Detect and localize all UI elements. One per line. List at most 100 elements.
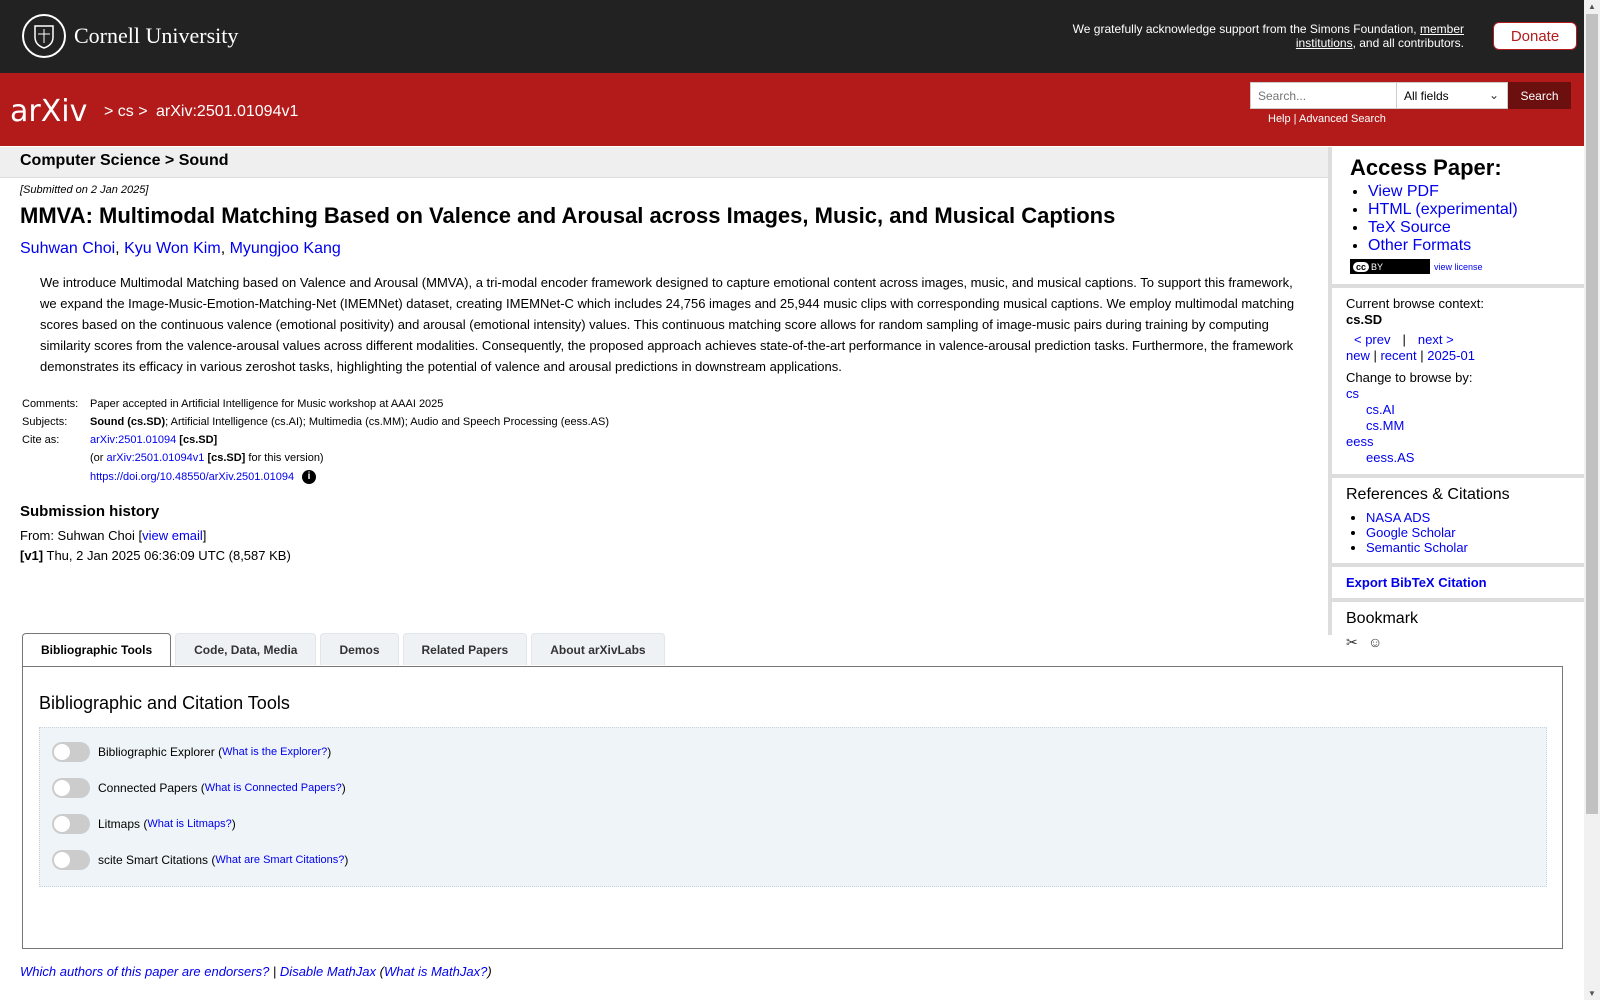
from-prefix: From: Suhwan Choi [ [20, 528, 143, 543]
endorsers-link[interactable]: Which authors of this paper are endorser… [20, 964, 269, 979]
tool-help-link[interactable]: What are Smart Citations? [215, 854, 344, 866]
next-link[interactable]: next > [1418, 332, 1454, 347]
reddit-icon[interactable]: ☺ [1368, 634, 1386, 652]
submission-from: From: Suhwan Choi [view email] [20, 526, 1310, 546]
browse-eess-as-link[interactable]: eess.AS [1366, 450, 1570, 466]
tool-name: Bibliographic Explorer [98, 745, 215, 759]
export-box: Export BibTeX Citation [1332, 567, 1584, 602]
recent-link[interactable]: recent [1380, 348, 1416, 363]
subjects-label: Subjects: [22, 416, 68, 428]
subject-heading: Computer Science > Sound [20, 152, 229, 169]
author-link[interactable]: Myungjoo Kang [230, 240, 341, 257]
authors: Suhwan Choi, Kyu Won Kim, Myungjoo Kang [20, 240, 341, 257]
cornell-seal-icon [22, 14, 66, 58]
comments-label: Comments: [22, 398, 79, 410]
other-formats-link[interactable]: Other Formats [1368, 237, 1471, 254]
cite-id-link[interactable]: arXiv:2501.01094 [90, 434, 176, 446]
toggle-knob [54, 852, 70, 868]
access-links: View PDF HTML (experimental) TeX Source … [1346, 183, 1570, 255]
tool-help-link[interactable]: What is the Explorer? [222, 746, 327, 758]
scrollbar-thumb[interactable] [1586, 14, 1598, 814]
litmaps-toggle[interactable] [52, 814, 90, 834]
info-icon[interactable]: i [302, 470, 317, 484]
tool-help-link[interactable]: What is Litmaps? [147, 818, 231, 830]
author-link[interactable]: Kyu Won Kim [124, 240, 221, 257]
tool-row: Bibliographic Explorer (What is the Expl… [52, 742, 331, 762]
scite-toggle[interactable] [52, 850, 90, 870]
bibsonomy-icon[interactable]: ✂ [1346, 634, 1364, 652]
chevron-down-icon: ⌄ [1488, 88, 1499, 102]
scroll-up-icon[interactable]: ▲ [1588, 2, 1596, 11]
donate-button[interactable]: Donate [1493, 22, 1577, 50]
empty-cell [20, 467, 88, 487]
metadata-table: Comments: Paper accepted in Artificial I… [20, 395, 613, 487]
arxiv-logo[interactable]: arXiv [10, 91, 102, 131]
arxiv-header: arXiv > cs > arXiv:2501.01094v1 All fiel… [0, 73, 1584, 146]
tool-row: Litmaps (What is Litmaps?) [52, 814, 236, 834]
view-pdf-link[interactable]: View PDF [1368, 183, 1439, 200]
access-heading: Access Paper: [1350, 155, 1502, 180]
doi-cell: https://doi.org/10.48550/arXiv.2501.0109… [88, 467, 613, 487]
university-name: Cornell University [74, 23, 239, 48]
subject-bar: Computer Science > Sound [0, 147, 1328, 178]
search-field-select[interactable]: All fields ⌄ [1396, 82, 1508, 109]
cornell-logo[interactable]: Cornell University [22, 14, 238, 58]
cite-version: (or arXiv:2501.01094v1 [cs.SD] for this … [88, 449, 613, 467]
browse-cs-link[interactable]: cs [1346, 386, 1570, 402]
tab-demos[interactable]: Demos [320, 633, 399, 665]
prev-link[interactable]: < prev [1354, 332, 1391, 347]
tex-source-link[interactable]: TeX Source [1368, 219, 1451, 236]
cite-label: Cite as: [22, 434, 60, 446]
browse-cs-ai-link[interactable]: cs.AI [1366, 402, 1570, 418]
breadcrumb-cs[interactable]: > cs > [104, 103, 148, 120]
tab-panel: Bibliographic and Citation Tools Bibliog… [22, 666, 1563, 949]
comments-value: Paper accepted in Artificial Intelligenc… [90, 398, 444, 410]
scroll-down-icon[interactable]: ▼ [1588, 989, 1596, 998]
abstract: We introduce Multimodal Matching based o… [40, 275, 1295, 374]
submission-history: Submission history From: Suhwan Choi [vi… [20, 503, 1310, 566]
browse-cs-mm-link[interactable]: cs.MM [1366, 418, 1570, 434]
help-link[interactable]: Help [1268, 113, 1291, 125]
help-links: Help | Advanced Search [1268, 113, 1386, 125]
tab-code-data-media[interactable]: Code, Data, Media [175, 633, 317, 665]
search-input[interactable] [1250, 82, 1396, 109]
browse-period-links: new | recent | 2025-01 [1346, 348, 1475, 363]
page-scrollbar[interactable]: ▲ ▼ [1584, 0, 1600, 1000]
bibliographic-explorer-toggle[interactable] [52, 742, 90, 762]
cite-value: arXiv:2501.01094 [cs.SD] [88, 431, 613, 449]
disable-mathjax-link[interactable]: Disable MathJax [280, 964, 376, 979]
semantic-scholar-link[interactable]: Semantic Scholar [1366, 540, 1468, 555]
arxiv-logo-text: arXiv [10, 94, 87, 129]
panel-heading: Bibliographic and Citation Tools [39, 693, 290, 713]
view-license-link[interactable]: view license [1434, 262, 1483, 272]
advanced-search-link[interactable]: Advanced Search [1299, 113, 1386, 125]
cite-version-link[interactable]: arXiv:2501.01094v1 [107, 452, 205, 464]
search-area: All fields ⌄ Search [1250, 82, 1571, 109]
tools-box: Bibliographic Explorer (What is the Expl… [39, 727, 1547, 887]
tab-bibliographic-tools[interactable]: Bibliographic Tools [22, 633, 172, 667]
browse-eess-link[interactable]: eess [1346, 434, 1570, 450]
what-mathjax-link[interactable]: What is MathJax? [384, 964, 487, 979]
author-link[interactable]: Suhwan Choi [20, 240, 115, 257]
connected-papers-toggle[interactable] [52, 778, 90, 798]
version-info: Thu, 2 Jan 2025 06:36:09 UTC (8,587 KB) [46, 548, 291, 563]
tool-name: Connected Papers [98, 781, 198, 795]
view-email-link[interactable]: view email [142, 528, 203, 543]
arxiv-logo-icon: arXiv [10, 94, 87, 129]
cite-version-prefix: (or [90, 452, 104, 464]
tab-bar: Bibliographic Tools Code, Data, Media De… [22, 633, 669, 667]
search-field-value: All fields [1404, 88, 1449, 103]
doi-link[interactable]: https://doi.org/10.48550/arXiv.2501.0109… [90, 471, 294, 483]
google-scholar-link[interactable]: Google Scholar [1366, 525, 1456, 540]
tab-related-papers[interactable]: Related Papers [402, 633, 528, 665]
month-link[interactable]: 2025-01 [1427, 348, 1475, 363]
search-button[interactable]: Search [1508, 82, 1571, 109]
tab-about-arxivlabs[interactable]: About arXivLabs [531, 633, 665, 665]
new-link[interactable]: new [1346, 348, 1370, 363]
support-prefix: We gratefully acknowledge support from t… [1072, 22, 1417, 36]
nasa-ads-link[interactable]: NASA ADS [1366, 510, 1430, 525]
cc-by-license-icon[interactable]: cc BY [1350, 259, 1430, 274]
tool-help-link[interactable]: What is Connected Papers? [205, 782, 342, 794]
export-bibtex-link[interactable]: Export BibTeX Citation [1346, 575, 1487, 590]
html-link[interactable]: HTML (experimental) [1368, 201, 1518, 218]
